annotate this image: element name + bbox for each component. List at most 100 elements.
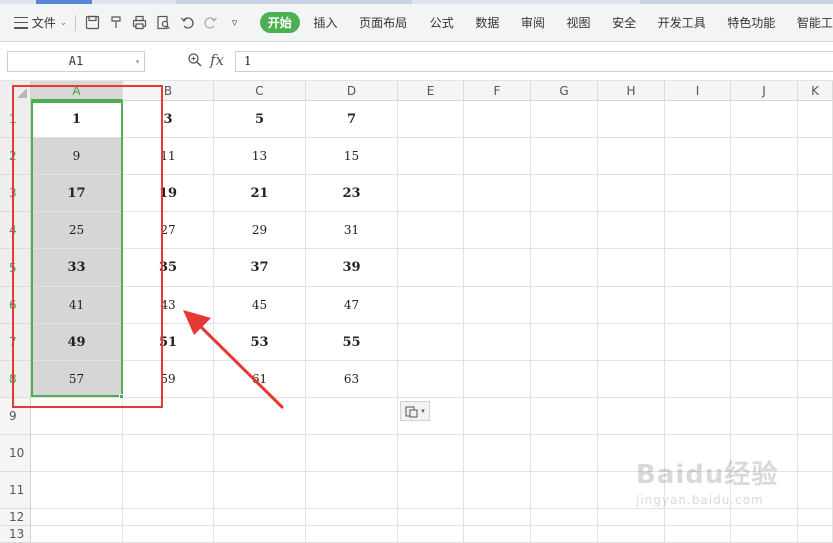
cell-e8[interactable] xyxy=(398,361,464,398)
cell-h12[interactable] xyxy=(598,509,665,526)
cell-g7[interactable] xyxy=(531,324,598,361)
cell-d9[interactable] xyxy=(306,398,398,435)
cell-h4[interactable] xyxy=(598,212,665,249)
cell-c12[interactable] xyxy=(214,509,306,526)
cell-a6[interactable]: 41 xyxy=(31,287,123,324)
cell-d3[interactable]: 23 xyxy=(306,175,398,212)
cell-g10[interactable] xyxy=(531,435,598,472)
column-header-i[interactable]: I xyxy=(665,81,731,101)
cell-h1[interactable] xyxy=(598,101,665,138)
cell-a2[interactable]: 9 xyxy=(31,138,123,175)
tab-home[interactable]: 开始 xyxy=(259,12,300,33)
cell-f7[interactable] xyxy=(464,324,531,361)
cell-k2[interactable] xyxy=(798,138,833,175)
cell-f13[interactable] xyxy=(464,526,531,543)
cell-g12[interactable] xyxy=(531,509,598,526)
print-icon[interactable] xyxy=(132,14,149,31)
cell-c8[interactable]: 61 xyxy=(214,361,306,398)
format-painter-icon[interactable] xyxy=(108,14,125,31)
chevron-down-icon[interactable]: ▾ xyxy=(135,52,140,71)
cell-h5[interactable] xyxy=(598,249,665,287)
cell-b5[interactable]: 35 xyxy=(123,249,214,287)
cell-e11[interactable] xyxy=(398,472,464,509)
cell-a9[interactable] xyxy=(31,398,123,435)
cell-j11[interactable] xyxy=(731,472,798,509)
cell-c5[interactable]: 37 xyxy=(214,249,306,287)
cell-d11[interactable] xyxy=(306,472,398,509)
cell-c2[interactable]: 13 xyxy=(214,138,306,175)
redo-icon[interactable] xyxy=(203,14,220,31)
cell-e10[interactable] xyxy=(398,435,464,472)
select-all-corner[interactable] xyxy=(0,81,31,101)
cell-b12[interactable] xyxy=(123,509,214,526)
row-header-6[interactable]: 6 xyxy=(0,287,31,324)
cell-g8[interactable] xyxy=(531,361,598,398)
cell-b10[interactable] xyxy=(123,435,214,472)
cell-j13[interactable] xyxy=(731,526,798,543)
file-menu[interactable]: 文件 xyxy=(32,14,56,31)
cell-g3[interactable] xyxy=(531,175,598,212)
print-preview-icon[interactable] xyxy=(155,14,172,31)
chevron-down-icon[interactable]: ⌄ xyxy=(60,18,68,28)
cell-b2[interactable]: 11 xyxy=(123,138,214,175)
cell-c6[interactable]: 45 xyxy=(214,287,306,324)
cell-i3[interactable] xyxy=(665,175,731,212)
cell-c4[interactable]: 29 xyxy=(214,212,306,249)
cell-k1[interactable] xyxy=(798,101,833,138)
cell-g1[interactable] xyxy=(531,101,598,138)
cell-d12[interactable] xyxy=(306,509,398,526)
cell-d13[interactable] xyxy=(306,526,398,543)
cell-k9[interactable] xyxy=(798,398,833,435)
zoom-formula-icon[interactable] xyxy=(186,52,204,70)
cell-f6[interactable] xyxy=(464,287,531,324)
row-header-9[interactable]: 9 xyxy=(0,398,31,435)
cell-g9[interactable] xyxy=(531,398,598,435)
cell-i8[interactable] xyxy=(665,361,731,398)
cell-h13[interactable] xyxy=(598,526,665,543)
cell-h7[interactable] xyxy=(598,324,665,361)
cell-c7[interactable]: 53 xyxy=(214,324,306,361)
cell-c1[interactable]: 5 xyxy=(214,101,306,138)
cell-b8[interactable]: 59 xyxy=(123,361,214,398)
save-icon[interactable] xyxy=(84,14,101,31)
tab-review[interactable]: 审阅 xyxy=(521,14,545,31)
insert-function-icon[interactable]: fx xyxy=(210,51,224,69)
cell-b13[interactable] xyxy=(123,526,214,543)
cell-j4[interactable] xyxy=(731,212,798,249)
undo-icon[interactable] xyxy=(179,14,196,31)
cell-i4[interactable] xyxy=(665,212,731,249)
cell-k10[interactable] xyxy=(798,435,833,472)
cell-d10[interactable] xyxy=(306,435,398,472)
customize-toolbar-icon[interactable]: ▿ xyxy=(226,14,243,31)
name-box[interactable]: A1 ▾ xyxy=(7,51,145,72)
cell-i2[interactable] xyxy=(665,138,731,175)
cell-e5[interactable] xyxy=(398,249,464,287)
cell-e7[interactable] xyxy=(398,324,464,361)
cell-d4[interactable]: 31 xyxy=(306,212,398,249)
cell-i10[interactable] xyxy=(665,435,731,472)
column-header-a[interactable]: A xyxy=(31,81,123,101)
cell-b1[interactable]: 3 xyxy=(123,101,214,138)
row-header-8[interactable]: 8 xyxy=(0,361,31,398)
row-header-3[interactable]: 3 xyxy=(0,175,31,212)
cell-h2[interactable] xyxy=(598,138,665,175)
column-header-e[interactable]: E xyxy=(398,81,464,101)
column-header-b[interactable]: B xyxy=(123,81,214,101)
cell-j7[interactable] xyxy=(731,324,798,361)
cell-e4[interactable] xyxy=(398,212,464,249)
cell-e6[interactable] xyxy=(398,287,464,324)
cell-f11[interactable] xyxy=(464,472,531,509)
cell-d5[interactable]: 39 xyxy=(306,249,398,287)
cell-b7[interactable]: 51 xyxy=(123,324,214,361)
column-header-c[interactable]: C xyxy=(214,81,306,101)
cell-k12[interactable] xyxy=(798,509,833,526)
cell-d8[interactable]: 63 xyxy=(306,361,398,398)
cell-k5[interactable] xyxy=(798,249,833,287)
row-header-13[interactable]: 13 xyxy=(0,526,31,543)
row-header-7[interactable]: 7 xyxy=(0,324,31,361)
cell-a1[interactable]: 1 xyxy=(31,101,123,138)
cell-c11[interactable] xyxy=(214,472,306,509)
row-header-1[interactable]: 1 xyxy=(0,101,31,138)
cell-g4[interactable] xyxy=(531,212,598,249)
cell-g6[interactable] xyxy=(531,287,598,324)
